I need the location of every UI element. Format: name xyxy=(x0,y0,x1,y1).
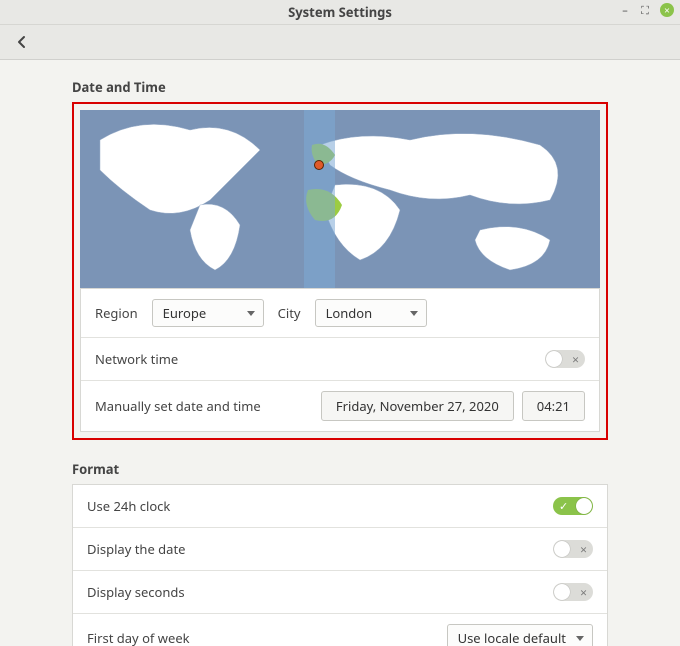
manual-datetime-label: Manually set date and time xyxy=(95,397,261,415)
world-map-svg xyxy=(80,110,600,288)
display-seconds-toggle[interactable] xyxy=(553,583,593,601)
arrow-left-icon xyxy=(14,34,30,50)
chevron-down-icon xyxy=(576,636,584,641)
first-day-select[interactable]: Use locale default xyxy=(447,624,593,646)
content-area: Date and Time Region xyxy=(0,60,680,646)
timezone-map[interactable] xyxy=(80,110,600,288)
format-panel: Use 24h clock Display the date Display s… xyxy=(72,484,608,646)
time-button[interactable]: 04:21 xyxy=(522,391,585,421)
network-time-toggle[interactable] xyxy=(545,350,585,368)
maximize-icon[interactable]: ⛶ xyxy=(640,5,650,15)
row-display-seconds: Display seconds xyxy=(73,570,607,613)
first-day-label: First day of week xyxy=(87,629,190,646)
section-heading-format: Format xyxy=(72,460,608,478)
row-display-date: Display the date xyxy=(73,527,607,570)
display-date-toggle[interactable] xyxy=(553,540,593,558)
time-value: 04:21 xyxy=(537,397,570,415)
minimize-icon[interactable]: – xyxy=(620,5,630,15)
datetime-highlight-box: Region Europe City London Network time xyxy=(72,102,608,440)
region-select[interactable]: Europe xyxy=(152,299,264,327)
location-marker xyxy=(314,160,324,170)
display-date-label: Display the date xyxy=(87,540,185,558)
city-label: City xyxy=(278,304,301,322)
row-region-city: Region Europe City London xyxy=(81,289,599,337)
city-value: London xyxy=(326,304,373,322)
use-24h-label: Use 24h clock xyxy=(87,497,170,515)
section-heading-datetime: Date and Time xyxy=(72,78,608,96)
date-button[interactable]: Friday, November 27, 2020 xyxy=(321,391,514,421)
region-value: Europe xyxy=(163,304,207,322)
row-network-time: Network time xyxy=(81,337,599,380)
chevron-down-icon xyxy=(247,311,255,316)
timezone-band xyxy=(304,110,335,288)
region-label: Region xyxy=(95,304,138,322)
network-time-label: Network time xyxy=(95,350,178,368)
first-day-value: Use locale default xyxy=(458,629,566,646)
use-24h-toggle[interactable] xyxy=(553,497,593,515)
date-value: Friday, November 27, 2020 xyxy=(336,397,499,415)
row-manual-datetime: Manually set date and time Friday, Novem… xyxy=(81,380,599,431)
window-controls: – ⛶ × xyxy=(620,3,674,17)
window-title: System Settings xyxy=(288,3,392,21)
display-seconds-label: Display seconds xyxy=(87,583,185,601)
datetime-panel: Region Europe City London Network time xyxy=(80,288,600,432)
titlebar: System Settings – ⛶ × xyxy=(0,0,680,25)
row-24h: Use 24h clock xyxy=(73,485,607,527)
toolbar xyxy=(0,25,680,60)
row-first-day: First day of week Use locale default xyxy=(73,613,607,646)
close-icon[interactable]: × xyxy=(660,3,674,17)
city-select[interactable]: London xyxy=(315,299,427,327)
back-button[interactable] xyxy=(10,30,34,54)
chevron-down-icon xyxy=(410,311,418,316)
